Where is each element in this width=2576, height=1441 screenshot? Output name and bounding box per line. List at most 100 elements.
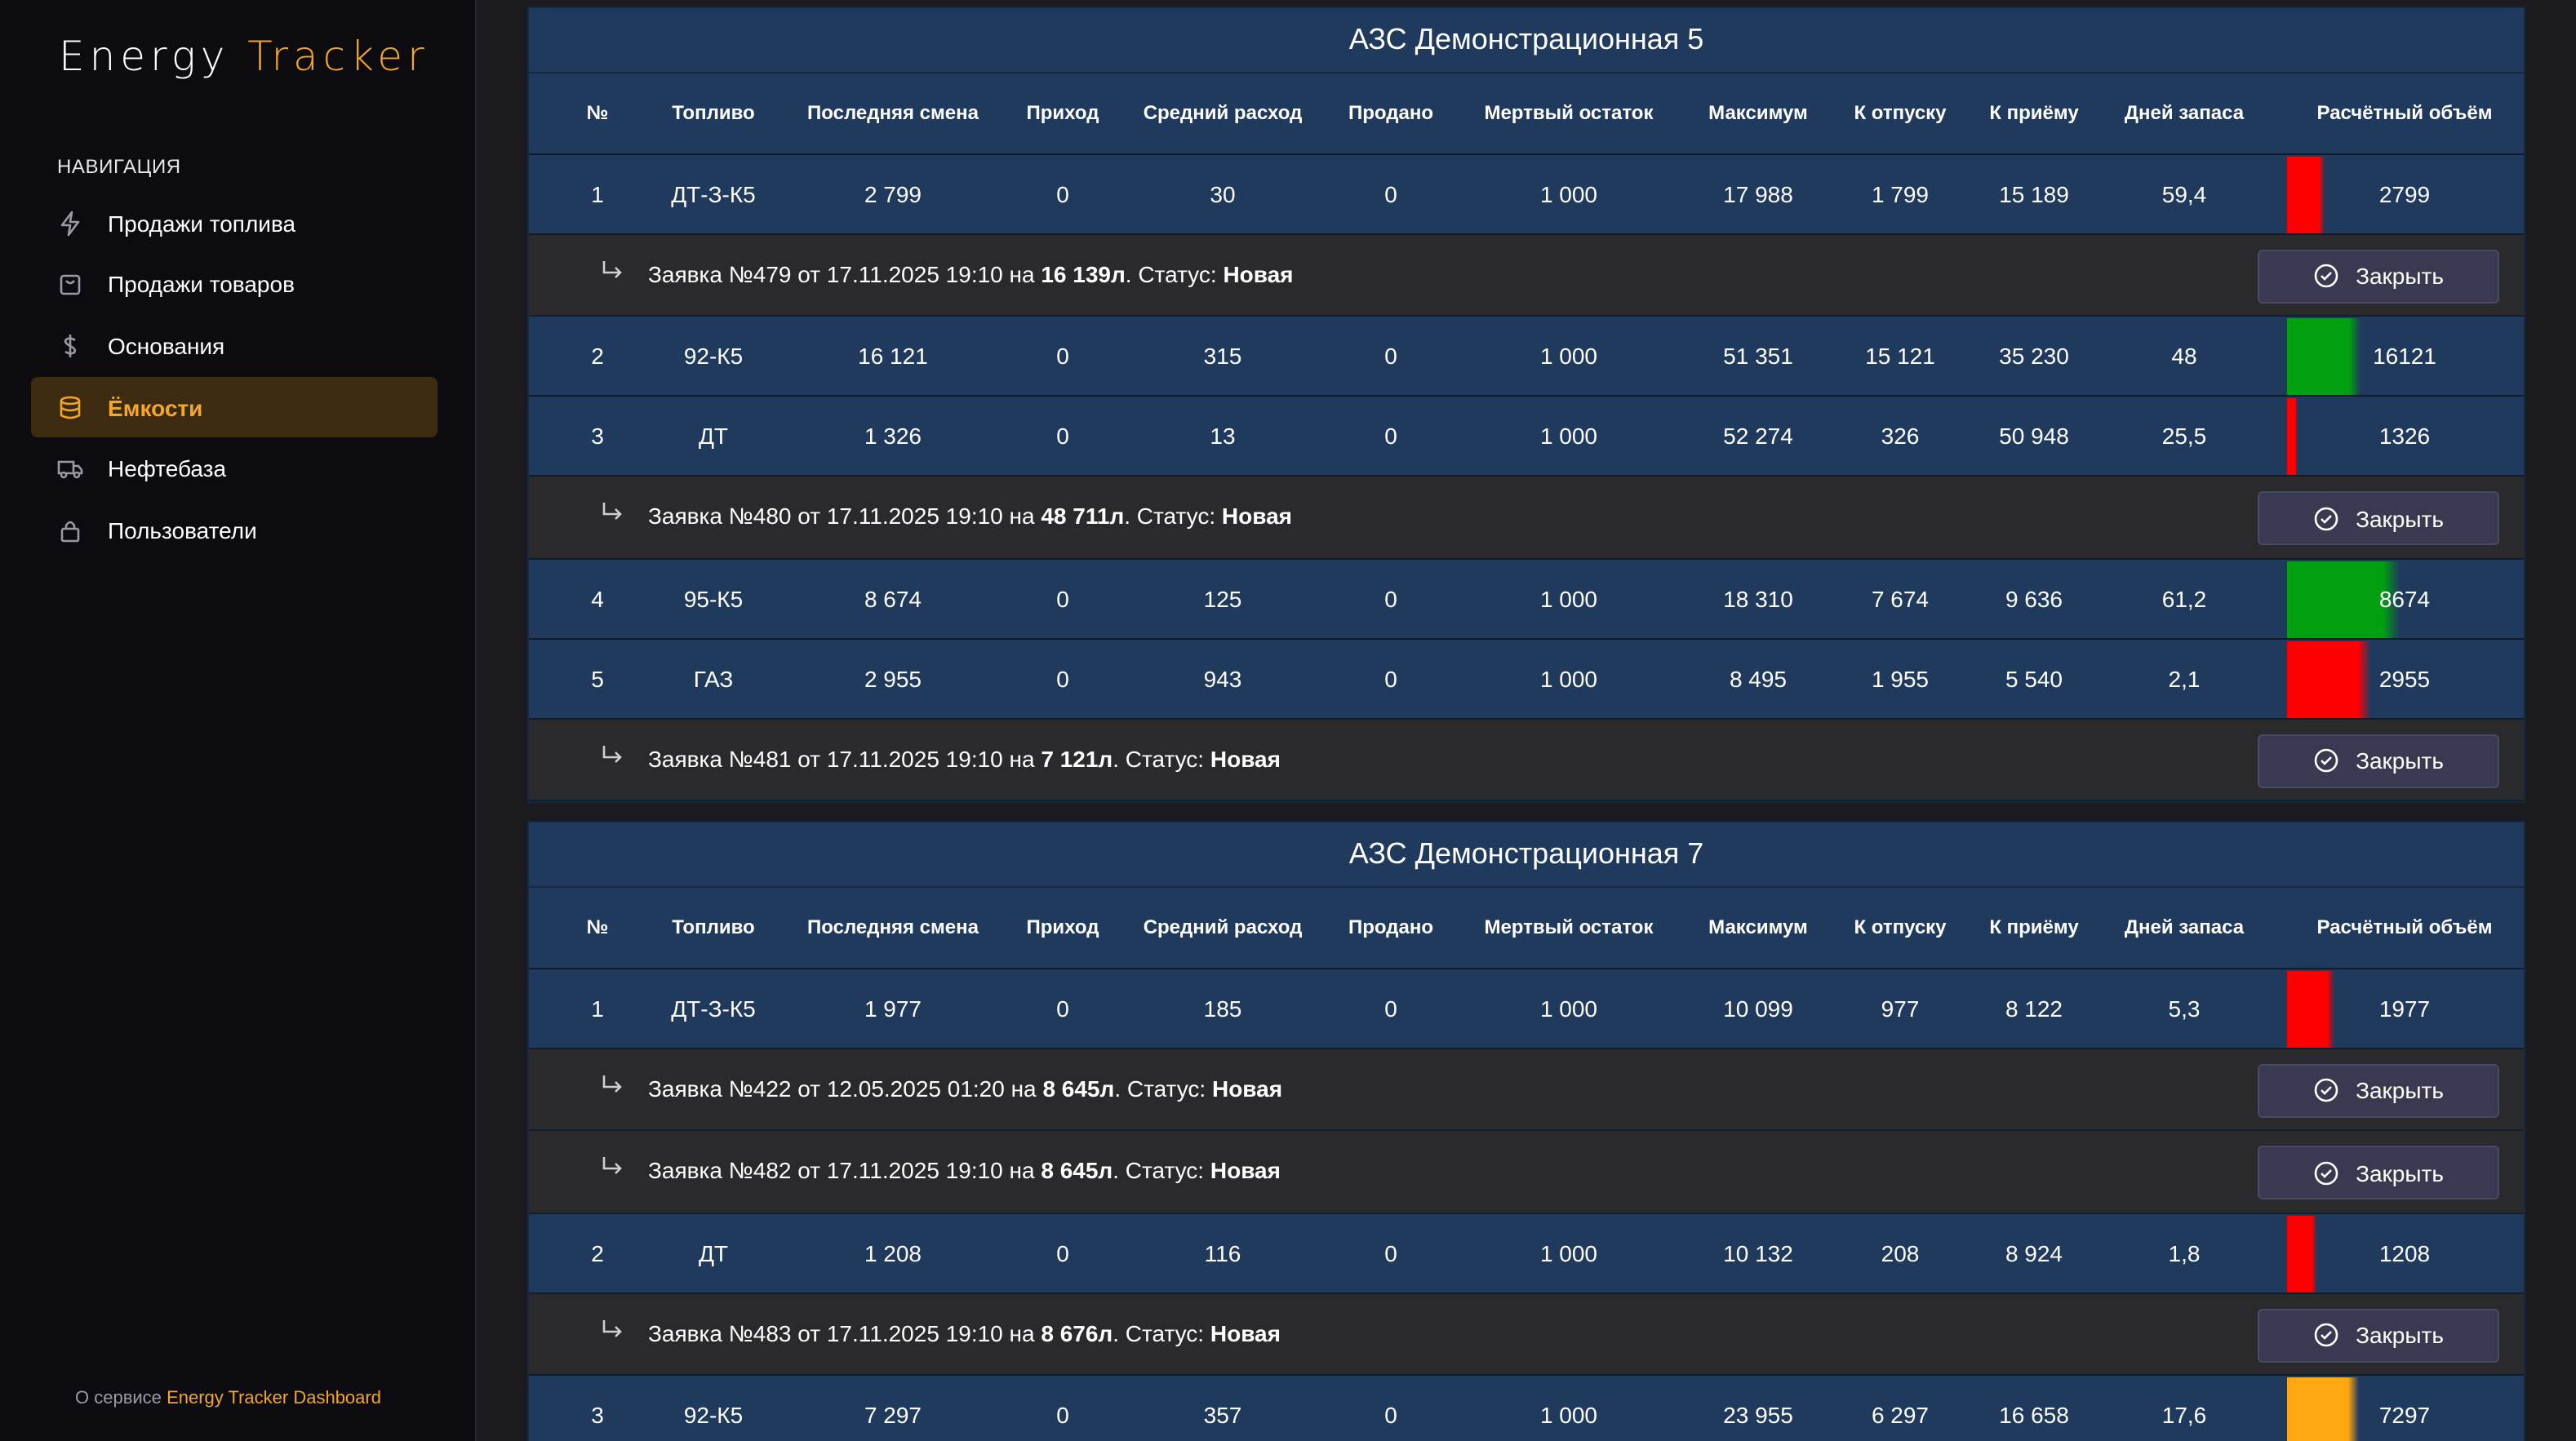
order-status: Новая [1211,1075,1283,1101]
table-cell: 5 [529,638,666,719]
sidebar-item-2[interactable]: Основания [31,315,437,376]
volume-value: 2955 [2378,665,2431,691]
logo-text-energy: Energy [59,33,230,80]
column-header: Приход [1025,73,1100,154]
table-cell: 977 [1815,968,1985,1049]
close-order-button[interactable]: Закрыть [2258,1146,2499,1199]
table-cell: 9 636 [1985,558,2083,639]
check-circle-icon [2314,1078,2338,1102]
check-circle-icon [2314,748,2338,773]
table-cell: 116 [1100,1213,1345,1293]
order-status-label: . Статус: [1124,503,1222,529]
table-cell: ДТ [666,1213,761,1293]
app-logo[interactable]: Energy Tracker [59,33,429,80]
table-cell: 1 000 [1437,638,1701,719]
order-status-label: . Статус: [1114,1075,1212,1101]
table-header-row: № Топливо Последняя смена Приход Средний рас… [529,73,2524,154]
table-cell: 35 230 [1985,316,2083,397]
table-cell: 1 208 [761,1213,1025,1293]
nav-menu: Продажи топлива Продажи товаров Основания Ё… [31,193,437,561]
volume-cell: 2799 [2285,153,2524,234]
volume-value: 1208 [2378,1239,2431,1266]
sidebar-item-5[interactable]: Пользователи [31,499,437,561]
sidebar: Energy Tracker НАВИГАЦИЯ Продажи топлива… [0,0,477,1441]
check-circle-icon [2314,1323,2338,1347]
column-header: № [529,73,666,154]
column-header: Последняя смена [761,73,1025,154]
close-button-label: Закрыть [2356,1077,2444,1103]
nav-heading: НАВИГАЦИЯ [57,155,181,178]
order-amount: 16 139л [1041,260,1126,286]
table-cell: 52 274 [1701,396,1815,477]
table-cell: 0 [1345,638,1437,719]
volume-value: 2799 [2378,180,2431,206]
close-order-button[interactable]: Закрыть [2258,734,2499,787]
table-header-row: № Топливо Последняя смена Приход Средний рас… [529,888,2524,969]
table-row: 1 ДТ-З-К5 1 977 0 185 0 1 000 10 099 977 8 122 5,3… [529,968,2524,1049]
column-header: Приход [1025,888,1100,969]
table-cell: 17 988 [1701,153,1815,234]
close-button-label: Закрыть [2356,263,2444,289]
table-row: 2 92-К5 16 121 0 315 0 1 000 51 351 15 121 35 230… [529,316,2524,397]
volume-cell: 1977 [2285,968,2524,1049]
table-cell: 0 [1025,153,1100,234]
order-description: Заявка №480 от 17.11.2025 19:10 на [648,503,1042,529]
close-order-button[interactable]: Закрыть [2258,1063,2499,1117]
table-cell: 1 799 [1815,153,1985,234]
subdirectory-arrow-icon [602,1075,622,1092]
close-button-label: Закрыть [2356,1159,2444,1186]
main-content: АЗС Демонстрационная 5 № Топливо Последняя … [477,0,2576,1441]
sidebar-item-label: Нефтебаза [108,455,227,482]
table-cell: 0 [1345,1375,1437,1441]
table-cell: 16 658 [1985,1375,2083,1441]
table-cell: 1 955 [1815,638,1985,719]
volume-fill-bar [2287,1215,2316,1292]
table-cell: 1 [529,968,666,1049]
logo-text-tracker: Tracker [247,33,429,80]
table-cell: 2 955 [761,638,1025,719]
table-cell: 95-К5 [666,558,761,639]
order-row: Заявка №483 от 17.11.2025 19:10 на 8 676… [529,1292,2524,1376]
footer-link[interactable]: Energy Tracker Dashboard [167,1389,381,1408]
table-cell: 1 000 [1437,968,1701,1049]
dollar-icon [57,333,83,359]
sidebar-item-1[interactable]: Продажи товаров [31,254,437,315]
volume-fill-bar [2287,156,2325,233]
sidebar-item-4[interactable]: Нефтебаза [31,438,437,499]
order-text: Заявка №479 от 17.11.2025 19:10 на 16 13… [648,260,1294,286]
column-header: К отпуску [1815,888,1985,969]
table-row: 4 95-К5 8 674 0 125 0 1 000 18 310 7 674 9 636 61,… [529,558,2524,639]
table-row: 2 ДТ 1 208 0 116 0 1 000 10 132 208 8 924 1,8 1208 [529,1213,2524,1293]
volume-value: 8674 [2378,585,2431,611]
order-status: Новая [1210,745,1281,771]
table-cell: 7 297 [761,1375,1025,1441]
close-order-button[interactable]: Закрыть [2258,249,2499,303]
order-description: Заявка №422 от 12.05.2025 01:20 на [648,1075,1043,1101]
order-description: Заявка №479 от 17.11.2025 19:10 на [648,260,1042,286]
table-cell: 17,6 [2083,1375,2285,1441]
footer-prefix: О сервисе [75,1389,162,1408]
sidebar-item-3[interactable]: Ёмкости [31,376,437,438]
close-order-button[interactable]: Закрыть [2258,491,2499,545]
order-description: Заявка №481 от 17.11.2025 19:10 на [648,745,1042,771]
order-status: Новая [1221,503,1292,529]
table-cell: 315 [1100,316,1345,397]
column-header: Расчётный объём [2285,888,2524,969]
table-cell: 2,1 [2083,638,2285,719]
close-order-button[interactable]: Закрыть [2258,1308,2499,1362]
column-header: № [529,888,666,969]
table-cell: 1,8 [2083,1213,2285,1293]
order-amount: 48 711л [1041,503,1125,529]
sidebar-item-0[interactable]: Продажи топлива [31,193,437,254]
order-row: Заявка №480 от 17.11.2025 19:10 на 48 71… [529,476,2524,559]
table-cell: 10 132 [1701,1213,1815,1293]
order-text: Заявка №480 от 17.11.2025 19:10 на 48 71… [648,503,1292,529]
table-cell: 357 [1100,1375,1345,1441]
column-header: Продано [1345,73,1437,154]
table-cell: 48 [2083,316,2285,397]
table-cell: 8 924 [1985,1213,2083,1293]
table-cell: 0 [1025,638,1100,719]
table-cell: 0 [1025,1375,1100,1441]
table-cell: 30 [1100,153,1345,234]
table-cell: 326 [1815,396,1985,477]
